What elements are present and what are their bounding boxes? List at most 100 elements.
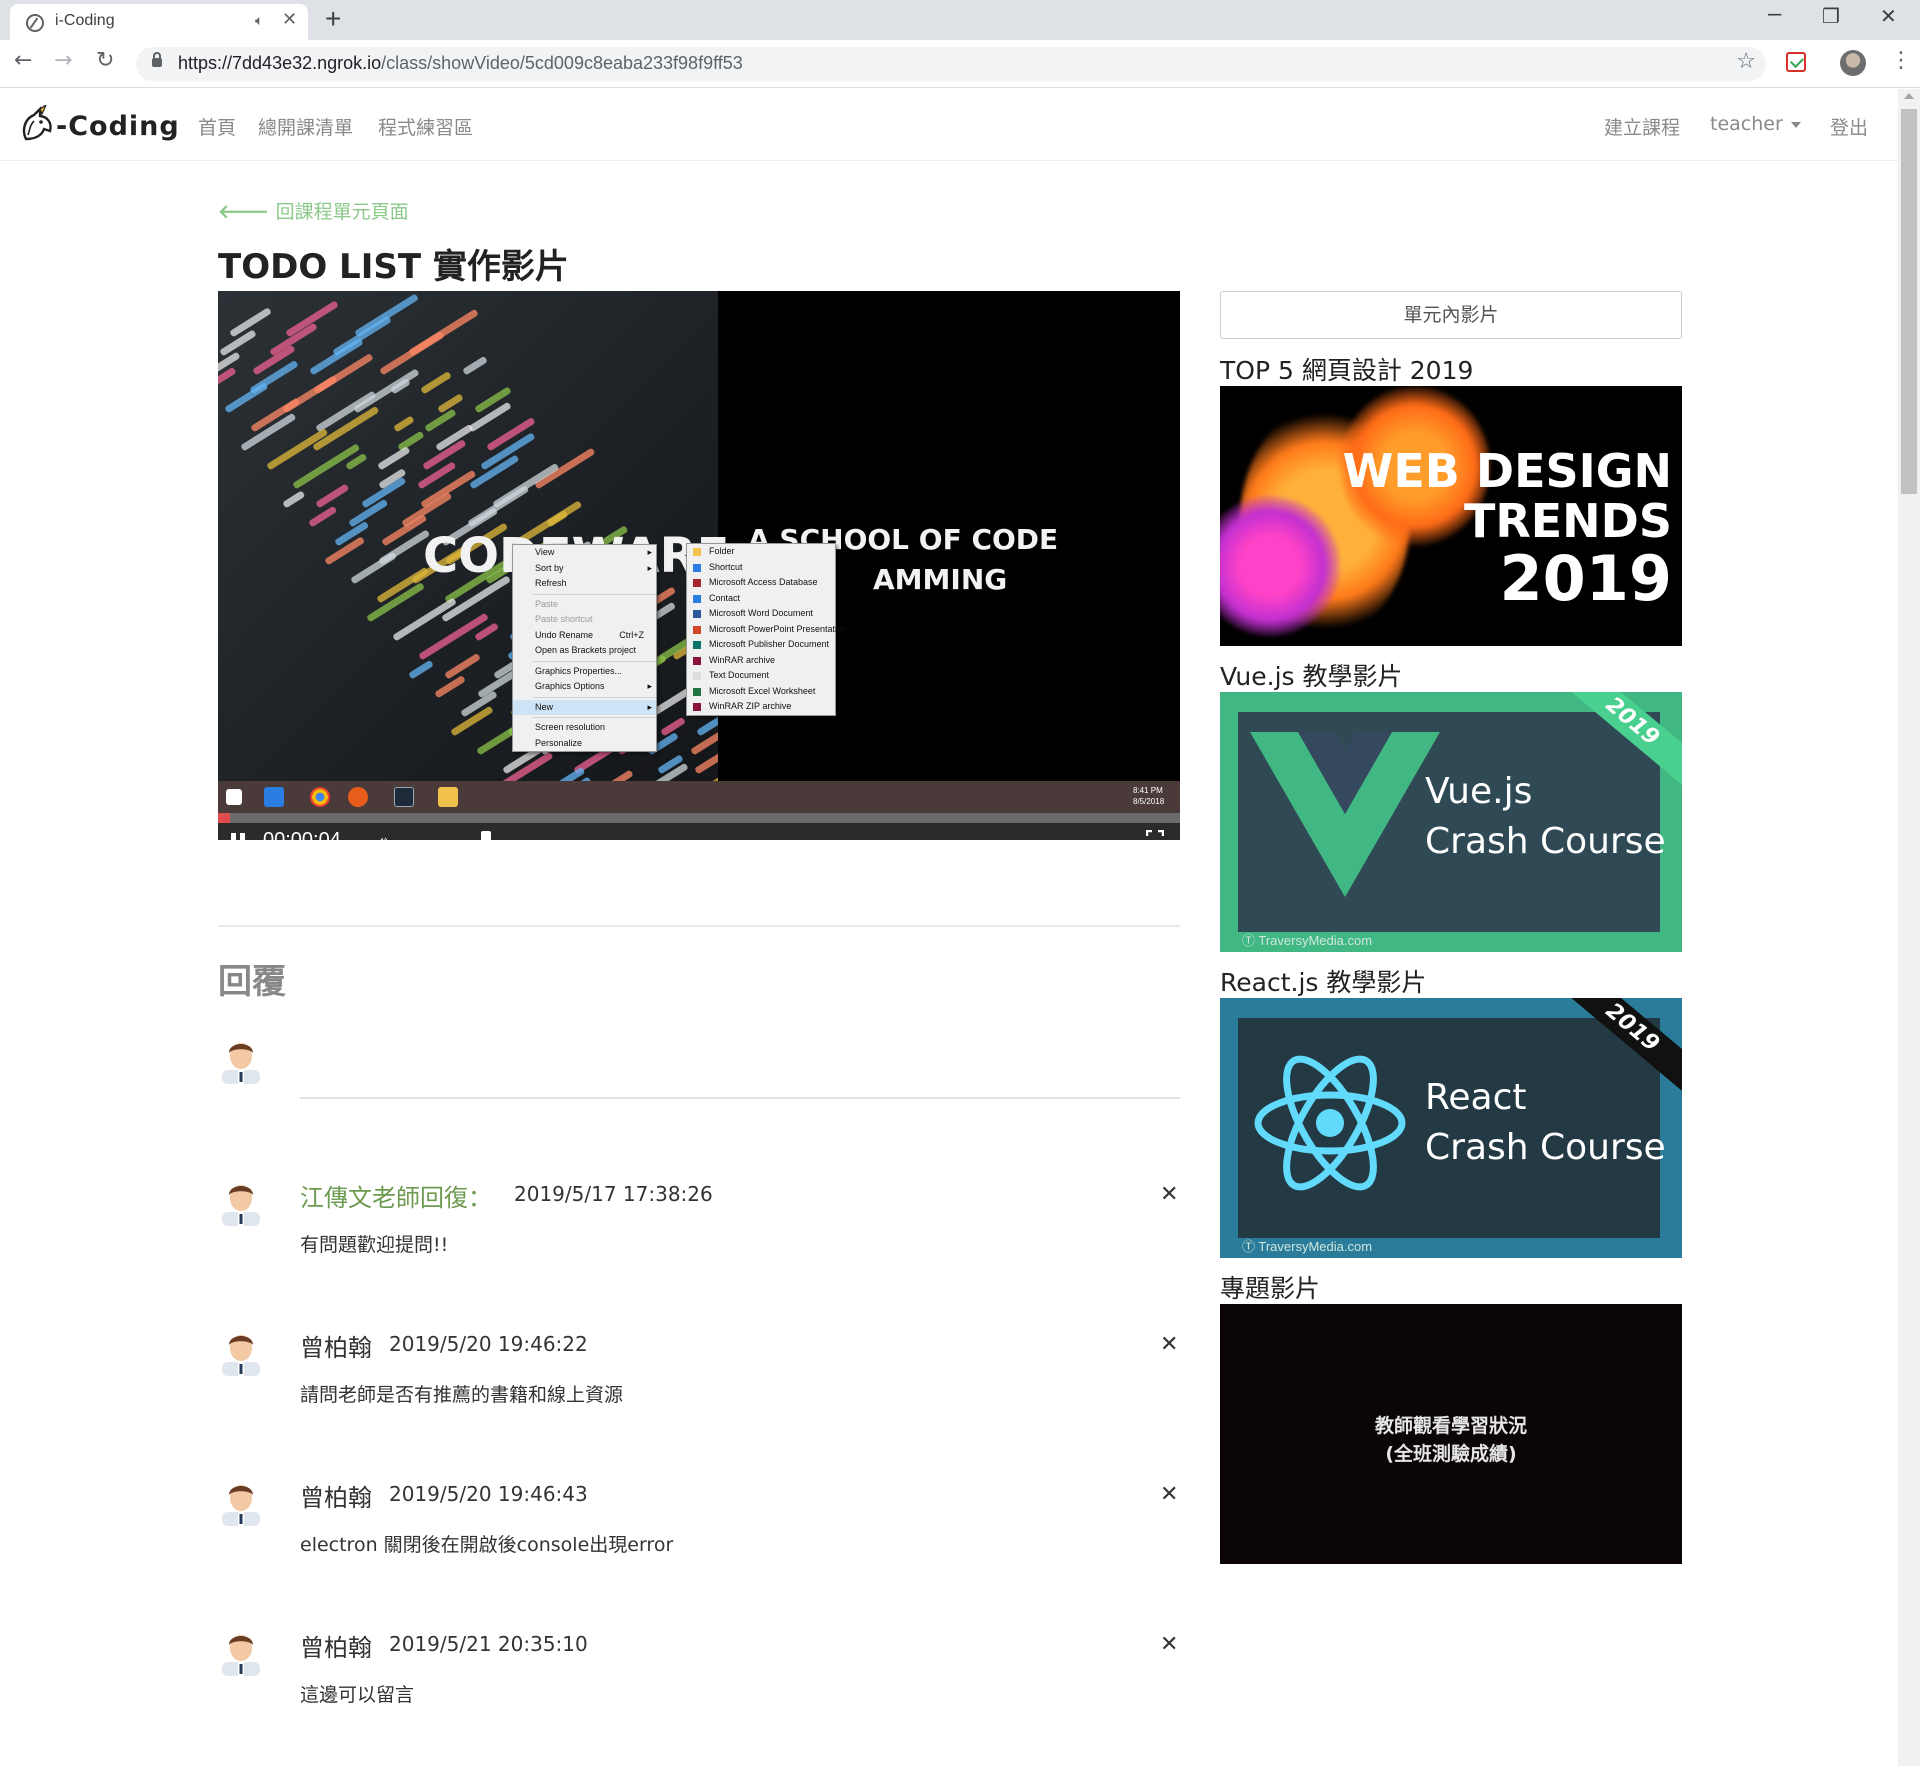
sidebar-video-title[interactable]: 專題影片 — [1220, 1269, 1320, 1305]
code-text-stroke — [218, 366, 237, 395]
context-submenu-item: WinRAR archive — [687, 653, 835, 669]
nav-create-course[interactable]: 建立課程 — [1604, 113, 1680, 140]
file-type-icon — [693, 687, 701, 696]
thumb-text-line-2: TRENDS — [1463, 494, 1672, 548]
menu-separator — [533, 593, 656, 595]
delete-comment-icon[interactable]: ✕ — [1160, 1632, 1178, 1657]
comment-author: 曾柏翰 — [300, 1334, 372, 1362]
context-menu-item: Screen resolution — [535, 722, 606, 732]
video-context-menu: View ▸ Sort by ▸ Refresh Paste Paste shortcut U… — [512, 544, 657, 752]
sidebar-video-title[interactable]: Vue.js 教學影片 — [1220, 657, 1403, 693]
browser-tab[interactable]: i-Coding 🔈︎ ✕ — [10, 4, 308, 40]
nav-practice[interactable]: 程式練習區 — [378, 113, 473, 140]
close-tab-icon[interactable]: ✕ — [282, 9, 297, 30]
scrollbar-thumb[interactable] — [1901, 109, 1917, 494]
file-type-icon — [693, 641, 701, 649]
context-menu-item: Paste shortcut — [535, 614, 593, 624]
window-maximize-button[interactable]: ❐ — [1822, 4, 1840, 29]
nav-logout[interactable]: 登出 — [1830, 113, 1868, 140]
nav-course-list[interactable]: 總開課清單 — [258, 113, 353, 140]
back-to-unit-link[interactable]: 🡐 回課程單元頁面 — [218, 197, 409, 224]
thumb-text-line-3: 2019 — [1499, 542, 1672, 615]
video-controls: 00:00:04 🔊︎ — [218, 813, 1180, 840]
profile-avatar[interactable] — [1840, 50, 1866, 76]
forward-arrow-icon[interactable]: → — [54, 48, 72, 73]
browser-menu-icon[interactable]: ⋮ — [1890, 48, 1912, 73]
new-tab-button[interactable]: + — [325, 4, 341, 34]
sidebar-video-thumbnail[interactable]: WEB DESIGN TRENDS 2019 — [1220, 386, 1682, 646]
code-text-stroke — [350, 551, 398, 585]
avatar — [222, 1185, 260, 1226]
extension-icon[interactable] — [1786, 52, 1806, 72]
browser-tab-strip: i-Coding 🔈︎ ✕ + – ❐ ✕ — [0, 0, 1920, 40]
video-player[interactable]: CODEWARE A SCHOOL OF CODE AMMING View▸So… — [218, 291, 1180, 840]
speaker-icon[interactable]: 🔈︎ — [255, 13, 263, 29]
code-text-stroke — [224, 382, 269, 414]
context-submenu-item: WinRAR ZIP archive — [687, 699, 835, 715]
submenu-arrow-icon: ▸ — [647, 562, 652, 573]
comment-author: 曾柏翰 — [300, 1634, 372, 1662]
react-logo-icon — [1254, 1055, 1406, 1191]
context-menu-item: Paste — [535, 598, 559, 609]
window-minimize-button[interactable]: – — [1768, 0, 1781, 28]
reply-input[interactable] — [300, 1097, 1180, 1099]
file-type-icon — [693, 672, 701, 680]
lock-icon[interactable] — [152, 52, 162, 67]
back-arrow-icon[interactable]: ← — [14, 48, 32, 73]
page-scrollbar[interactable] — [1898, 89, 1920, 1766]
reload-icon[interactable]: ↻ — [96, 48, 114, 73]
code-text-stroke — [308, 505, 338, 528]
submenu-arrow-icon: ▸ — [647, 547, 652, 557]
volume-slider-thumb[interactable] — [481, 831, 491, 840]
delete-comment-icon[interactable]: ✕ — [1160, 1482, 1178, 1507]
file-type-icon — [693, 548, 701, 556]
taskbar-app-icon — [264, 787, 284, 807]
sidebar-video-thumbnail[interactable]: 教師觀看學習狀況 (全班測驗成績) — [1220, 1304, 1682, 1564]
nav-home[interactable]: 首頁 — [198, 113, 236, 140]
unit-videos-button[interactable]: 單元內影片 — [1220, 291, 1682, 339]
menu-separator — [533, 717, 656, 718]
delete-comment-icon[interactable]: ✕ — [1160, 1182, 1178, 1207]
file-type-icon — [693, 625, 701, 634]
file-type-icon — [693, 579, 701, 587]
windows-start-icon — [226, 789, 242, 805]
context-menu-item: Refresh — [535, 578, 567, 588]
pause-icon[interactable] — [231, 833, 245, 840]
thumb-text-line-2: Crash Course — [1425, 1127, 1666, 1168]
comment-time: 2019/5/20 19:46:43 — [389, 1482, 588, 1506]
delete-comment-icon[interactable]: ✕ — [1160, 1332, 1178, 1357]
context-menu-item: New ▸ — [513, 699, 656, 715]
section-divider — [218, 925, 1180, 927]
sidebar-video-thumbnail[interactable]: React Crash Course 2019 Ⓣ TraversyMedia.… — [1220, 998, 1682, 1258]
user-dropdown[interactable]: teacher — [1710, 113, 1801, 135]
file-type-icon — [693, 703, 701, 711]
thumb-text-line-1: React — [1425, 1077, 1527, 1118]
comment-author: 江傳文老師回復： — [300, 1184, 492, 1212]
avatar — [222, 1635, 260, 1676]
fullscreen-icon[interactable] — [1146, 830, 1164, 840]
context-menu-item: Undo Rename Ctrl+Z — [535, 629, 644, 640]
avatar — [222, 1043, 260, 1084]
submenu-arrow-icon: ▸ — [647, 701, 652, 712]
url-text[interactable]: https://7dd43e32.ngrok.io/class/showVide… — [178, 53, 743, 74]
tab-title: i-Coding — [55, 12, 115, 29]
video-current-time: 00:00:04 — [263, 829, 341, 840]
address-bar[interactable]: https://7dd43e32.ngrok.io/class/showVide… — [136, 47, 1766, 81]
sidebar-video-title[interactable]: TOP 5 網頁設計 2019 — [1220, 351, 1473, 387]
code-text-stroke — [408, 659, 434, 680]
window-close-button[interactable]: ✕ — [1880, 4, 1897, 29]
menu-separator — [533, 660, 656, 662]
context-submenu-item: Microsoft Excel Worksheet — [687, 684, 835, 700]
video-progress-bar[interactable] — [218, 813, 1180, 823]
context-menu-item: Graphics Options ▸ — [513, 679, 656, 695]
video-frame[interactable]: CODEWARE A SCHOOL OF CODE AMMING View▸So… — [218, 291, 1180, 813]
unicorn-logo-icon — [22, 105, 52, 141]
vue-logo-icon — [1250, 732, 1440, 897]
scroll-up-arrow-icon[interactable] — [1904, 93, 1914, 99]
volume-icon[interactable]: 🔊︎ — [376, 831, 389, 840]
thumb-text-line-1: WEB DESIGN — [1342, 444, 1672, 498]
sidebar-video-title[interactable]: React.js 教學影片 — [1220, 963, 1426, 999]
context-submenu-item: Shortcut — [687, 560, 835, 576]
sidebar-video-thumbnail[interactable]: Vue.js Crash Course 2019 Ⓣ TraversyMedia… — [1220, 692, 1682, 952]
bookmark-star-icon[interactable]: ☆ — [1736, 49, 1756, 74]
